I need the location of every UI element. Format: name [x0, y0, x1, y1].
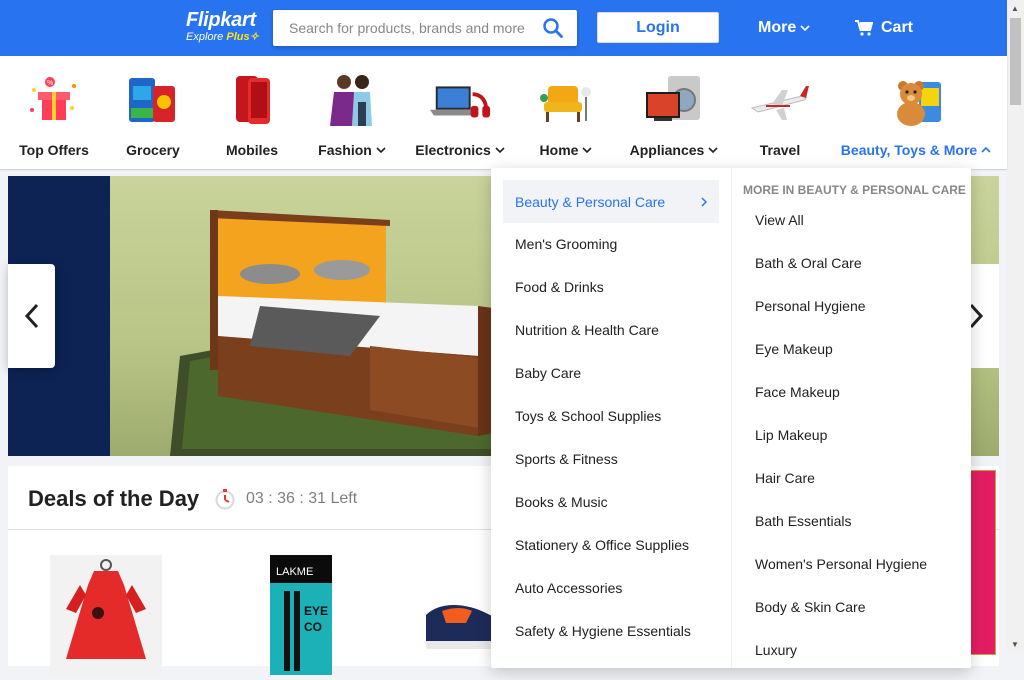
category-label: Beauty, Toys & More [840, 142, 978, 158]
category-top-offers[interactable]: % Top Offers [14, 56, 94, 169]
category-label-wrap: Home [540, 142, 593, 158]
dropdown-item-beauty-personal-care[interactable]: Beauty & Personal Care [503, 180, 719, 223]
laptop-icon [428, 68, 492, 132]
search-bar [273, 10, 577, 46]
deals-timer: 03 : 36 : 31 Left [214, 488, 357, 510]
chevron-down-icon [376, 147, 386, 154]
dropdown-subheading: MORE IN BEAUTY & PERSONAL CARE [743, 183, 966, 197]
category-electronics[interactable]: Electronics [410, 56, 510, 169]
cart-icon [855, 20, 873, 36]
dropdown-sub-view-all[interactable]: View All [755, 212, 804, 228]
more-menu[interactable]: More [758, 19, 810, 37]
timer-text: 03 : 36 : 31 Left [246, 490, 358, 507]
beauty-toys-dropdown-menu: Beauty & Personal Care Men's Grooming Fo… [491, 168, 971, 668]
svg-text:CO: CO [304, 620, 322, 634]
dropdown-sub-bath-oral[interactable]: Bath & Oral Care [755, 255, 862, 271]
clock-icon [215, 489, 235, 510]
category-label: Fashion [318, 142, 372, 158]
category-label-wrap: Electronics [415, 142, 505, 158]
side-promo-banner[interactable] [968, 470, 996, 655]
dropdown-item-toys-school[interactable]: Toys & School Supplies [515, 408, 661, 424]
dropdown-divider [731, 168, 732, 668]
category-label: Travel [759, 142, 801, 158]
svg-text:LAKME: LAKME [276, 566, 313, 578]
dropdown-item-mens-grooming[interactable]: Men's Grooming [515, 236, 617, 252]
dropdown-sub-hair-care[interactable]: Hair Care [755, 470, 815, 486]
category-label-wrap: Fashion [318, 142, 386, 158]
offers-icon: % [22, 68, 86, 132]
dropdown-item-label: Beauty & Personal Care [515, 193, 666, 210]
deals-title: Deals of the Day [28, 486, 200, 511]
svg-text:EYE: EYE [304, 604, 328, 618]
logo-sub-plus: Plus [226, 31, 250, 43]
grocery-icon [121, 68, 185, 132]
category-mobiles[interactable]: Mobiles [212, 56, 292, 169]
deal-product-dress[interactable] [50, 555, 162, 675]
chevron-up-icon [981, 146, 991, 153]
chevron-down-icon [800, 25, 810, 32]
category-bar: % Top Offers Grocery Mobiles Fashion Ele… [0, 56, 1007, 169]
chevron-down-icon [495, 147, 505, 154]
deal-product-eyeliner[interactable]: LAKME EYE CO [270, 555, 332, 675]
search-input[interactable] [273, 20, 529, 36]
category-label-wrap: Appliances [630, 142, 719, 158]
scroll-up-arrow-icon[interactable]: ▲ [1011, 4, 1019, 13]
dropdown-item-sports-fitness[interactable]: Sports & Fitness [515, 451, 618, 467]
category-label: Grocery [126, 142, 180, 158]
fashion-icon [320, 68, 384, 132]
chevron-left-icon [24, 303, 38, 329]
chevron-down-icon [708, 147, 718, 154]
deal-product-shoe[interactable] [422, 555, 502, 675]
category-label: Top Offers [19, 142, 89, 158]
top-header: Flipkart Explore Plus✧ Login More Cart [0, 0, 1007, 56]
dropdown-sub-lip-makeup[interactable]: Lip Makeup [755, 427, 827, 443]
category-label: Home [539, 142, 579, 158]
category-label-wrap: Beauty, Toys & More [841, 142, 991, 158]
category-label: Mobiles [225, 142, 279, 158]
banner-prev-button[interactable] [8, 264, 55, 368]
airplane-icon [748, 68, 812, 132]
category-travel[interactable]: Travel [742, 56, 818, 169]
appliance-icon [642, 68, 706, 132]
dropdown-category-list: Beauty & Personal Care Men's Grooming Fo… [491, 168, 731, 668]
cart-button[interactable]: Cart [855, 19, 913, 37]
mobile-icon [220, 68, 284, 132]
category-home[interactable]: Home [529, 56, 603, 169]
more-label: More [758, 19, 797, 36]
dropdown-item-baby-care[interactable]: Baby Care [515, 365, 581, 381]
chevron-down-icon [582, 147, 593, 154]
chevron-right-icon [701, 196, 707, 207]
svg-text:%: % [47, 80, 53, 87]
teddy-icon [884, 68, 948, 132]
scroll-down-arrow-icon[interactable]: ▼ [1011, 640, 1019, 649]
dropdown-sub-womens-hygiene[interactable]: Women's Personal Hygiene [755, 556, 927, 572]
dropdown-sub-eye-makeup[interactable]: Eye Makeup [755, 341, 833, 357]
scrollbar-thumb[interactable] [1010, 18, 1021, 105]
search-icon [543, 18, 563, 38]
dropdown-item-nutrition-health[interactable]: Nutrition & Health Care [515, 322, 659, 338]
dropdown-sub-face-makeup[interactable]: Face Makeup [755, 384, 840, 400]
dropdown-item-books-music[interactable]: Books & Music [515, 494, 608, 510]
dropdown-sub-personal-hygiene[interactable]: Personal Hygiene [755, 298, 866, 314]
dropdown-sub-luxury[interactable]: Luxury [755, 642, 797, 658]
sofa-icon [534, 68, 598, 132]
dropdown-item-food-drinks[interactable]: Food & Drinks [515, 279, 604, 295]
dropdown-item-stationery[interactable]: Stationery & Office Supplies [515, 537, 689, 553]
search-button[interactable] [529, 10, 577, 46]
cart-label: Cart [881, 19, 914, 36]
category-label: Electronics [415, 142, 491, 158]
login-button[interactable]: Login [597, 12, 719, 43]
dropdown-sub-bath-essentials[interactable]: Bath Essentials [755, 513, 852, 529]
category-grocery[interactable]: Grocery [113, 56, 193, 169]
dropdown-item-safety-hygiene[interactable]: Safety & Hygiene Essentials [515, 623, 691, 639]
category-fashion[interactable]: Fashion [310, 56, 394, 169]
dropdown-sub-body-skin[interactable]: Body & Skin Care [755, 599, 866, 615]
category-appliances[interactable]: Appliances [624, 56, 724, 169]
flipkart-logo[interactable]: Flipkart Explore Plus✧ [186, 9, 259, 43]
dropdown-item-auto-accessories[interactable]: Auto Accessories [515, 580, 622, 596]
category-label: Appliances [629, 142, 705, 158]
category-beauty-toys[interactable]: Beauty, Toys & More [840, 56, 992, 169]
logo-sub-prefix: Explore [186, 31, 227, 43]
